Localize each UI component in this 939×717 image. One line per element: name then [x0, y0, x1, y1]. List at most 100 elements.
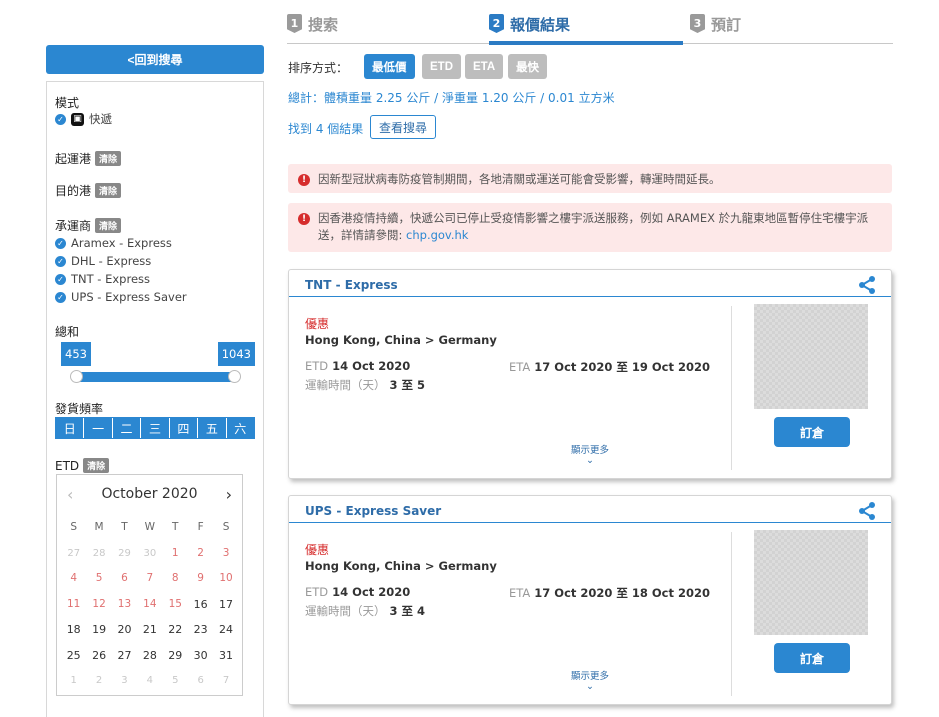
calendar-day[interactable]: 22 — [163, 617, 188, 643]
show-more-link[interactable]: 顯示更多 ⌄ — [571, 446, 609, 466]
carrier-name: TNT - Express — [71, 272, 151, 286]
day-toggle-fri[interactable]: 五 — [198, 418, 227, 438]
result-card: TNT - Express 優惠 Hong Kong, China > Germ… — [288, 269, 892, 479]
check-icon: ✓ — [55, 237, 66, 249]
carrier-name: UPS - Express Saver — [71, 290, 187, 304]
chevron-down-icon: ⌄ — [586, 455, 594, 466]
carrier-option[interactable]: ✓ TNT - Express — [55, 272, 150, 286]
carrier-option[interactable]: ✓ DHL - Express — [55, 254, 151, 268]
chp-link[interactable]: chp.gov.hk — [406, 228, 468, 242]
calendar-week: 27 28 29 30 1 2 3 — [61, 541, 239, 567]
range-min-value: 453 — [61, 342, 91, 366]
step-label: 報價結果 — [510, 16, 571, 34]
eta-label: ETA — [509, 586, 531, 600]
calendar-day: 7 — [222, 675, 230, 686]
day-toggle-wed[interactable]: 三 — [141, 418, 170, 438]
sort-lowest-price-button[interactable]: 最低價 — [364, 54, 415, 79]
weekday-header: T — [172, 521, 179, 533]
etd-clear-button[interactable]: 清除 — [83, 458, 110, 473]
book-button[interactable]: 訂倉 — [774, 417, 850, 447]
calendar-week: 4 5 6 7 8 9 10 — [61, 566, 239, 592]
calendar-day[interactable]: 31 — [213, 643, 238, 669]
step-label: 搜索 — [308, 16, 339, 34]
weight-summary: 總計：體積重量 2.25 公斤 / 淨重量 1.20 公斤 / 0.01 立方米 — [288, 91, 615, 105]
calendar-day[interactable]: 30 — [188, 643, 213, 669]
calendar-day[interactable]: 20 — [112, 617, 137, 643]
sort-eta-button[interactable]: ETA — [465, 54, 504, 79]
transit-label: 運輸時間（天） — [305, 604, 386, 618]
calendar-day: 9 — [197, 572, 204, 584]
calendar-week: 1 2 3 4 5 6 7 — [61, 668, 239, 694]
hk-delivery-alert: ! 因香港疫情持續，快遞公司已停止受疫情影響之樓宇派送服務，例如 ARAMEX … — [288, 203, 892, 252]
calendar-day[interactable]: 19 — [86, 617, 111, 643]
calendar-day: 13 — [117, 597, 132, 610]
share-icon[interactable] — [857, 275, 877, 295]
view-search-button[interactable]: 查看搜尋 — [370, 115, 437, 139]
origin-clear-button[interactable]: 清除 — [95, 151, 122, 166]
calendar-day[interactable]: 25 — [61, 643, 86, 669]
range-min-handle[interactable] — [70, 370, 83, 383]
eta-label: ETA — [509, 360, 531, 374]
step-number: 2 — [489, 14, 504, 33]
calendar-day[interactable]: 17 — [213, 592, 238, 618]
calendar-day: 28 — [92, 547, 106, 559]
sort-fastest-button[interactable]: 最快 — [508, 54, 547, 79]
chevron-down-icon: ⌄ — [586, 681, 594, 692]
etd-filter: ETD 清除 — [55, 458, 110, 473]
carrier-title: TNT - Express — [305, 278, 398, 292]
prev-month-icon[interactable]: ‹ — [67, 485, 73, 504]
calendar-day[interactable]: 27 — [112, 643, 137, 669]
dest-filter: 目的港 清除 — [55, 182, 122, 199]
show-more-link[interactable]: 顯示更多 ⌄ — [571, 672, 609, 692]
step-search[interactable]: 1 搜索 — [287, 14, 338, 44]
alert-text: 因香港疫情持續，快遞公司已停止受疫情影響之樓宇派送服務，例如 ARAMEX 於九… — [318, 211, 869, 242]
calendar-grid: S M T W T F S 27 28 29 30 1 2 3 4 5 6 7 … — [61, 515, 239, 694]
calendar-day[interactable]: 26 — [86, 643, 111, 669]
step-indicator: 1 搜索 2 報價結果 3 預訂 — [287, 10, 893, 46]
day-toggle-mon[interactable]: 一 — [84, 418, 113, 438]
calendar-day: 29 — [118, 547, 131, 559]
range-track[interactable] — [76, 372, 235, 382]
day-toggle-thu[interactable]: 四 — [169, 418, 199, 438]
check-icon: ✓ — [55, 291, 66, 303]
day-toggle-sun[interactable]: 日 — [56, 418, 85, 438]
carrier-name: Aramex - Express — [71, 236, 172, 250]
card-divider — [289, 296, 891, 297]
range-max-handle[interactable] — [228, 370, 241, 383]
sort-etd-button[interactable]: ETD — [422, 54, 461, 79]
back-to-search-button[interactable]: <回到搜尋 — [46, 45, 264, 74]
carrier-filter: 承運商 清除 — [55, 217, 122, 234]
step-results[interactable]: 2 報價結果 — [489, 14, 570, 44]
step-booking[interactable]: 3 預訂 — [690, 14, 741, 44]
calendar-day: 11 — [67, 597, 81, 610]
calendar-day: 4 — [70, 572, 78, 584]
day-toggle-tue[interactable]: 二 — [112, 418, 142, 438]
calendar-day: 6 — [121, 572, 128, 584]
card-vertical-divider — [731, 306, 732, 470]
dest-clear-button[interactable]: 清除 — [95, 183, 122, 198]
transit-value: 3 至 5 — [389, 378, 426, 392]
step-number: 3 — [690, 14, 705, 33]
calendar-day[interactable]: 18 — [61, 617, 86, 643]
etd-value: 14 Oct 2020 — [332, 359, 411, 373]
carrier-option[interactable]: ✓ Aramex - Express — [55, 236, 172, 250]
check-icon: ✓ — [55, 273, 66, 285]
weekday-selector: 日 一 二 三 四 五 六 — [55, 417, 255, 439]
calendar-day[interactable]: 24 — [213, 617, 238, 643]
calendar-day: 7 — [146, 572, 154, 584]
calendar-day[interactable]: 28 — [137, 643, 162, 669]
day-toggle-sat[interactable]: 六 — [226, 418, 254, 438]
calendar-day[interactable]: 16 — [188, 592, 213, 618]
calendar-day[interactable]: 21 — [137, 617, 162, 643]
calendar-day[interactable]: 23 — [188, 617, 213, 643]
mode-label-text: 模式 — [55, 96, 80, 110]
calendar-day: 1 — [171, 546, 179, 559]
share-icon[interactable] — [857, 501, 877, 521]
book-button[interactable]: 訂倉 — [774, 643, 850, 673]
price-range-slider[interactable]: 453 1043 — [61, 342, 255, 383]
next-month-icon[interactable]: › — [226, 485, 232, 504]
mode-option[interactable]: ✓ ▣ 快遞 — [55, 111, 112, 127]
carrier-option[interactable]: ✓ UPS - Express Saver — [55, 290, 187, 304]
carrier-clear-button[interactable]: 清除 — [95, 218, 122, 233]
calendar-day[interactable]: 29 — [163, 643, 188, 669]
